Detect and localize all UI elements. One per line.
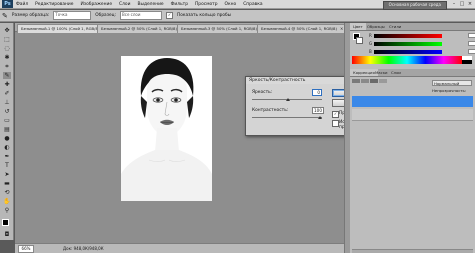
contrast-slider[interactable]: [252, 117, 322, 118]
tab-swatches[interactable]: Образцы: [364, 23, 388, 30]
quick-mask-icon[interactable]: ◘: [3, 231, 11, 238]
brightness-input[interactable]: 0: [312, 89, 322, 96]
red-channel-label: R: [369, 33, 372, 38]
photoshop-logo: Ps: [2, 0, 13, 8]
menu-window[interactable]: Окно: [225, 2, 237, 7]
close-icon[interactable]: ×: [467, 1, 473, 7]
layers-panel-footer: [352, 249, 473, 253]
zoom-tool-icon[interactable]: ⚲: [3, 207, 11, 214]
doc-tab-label: Безымянный-4 @ 50% (Слой 1, RGB/8): [261, 26, 337, 31]
layer-row-selected[interactable]: [352, 96, 473, 107]
doc-tab-3[interactable]: Безымянный-3 @ 50% (Слой 1, RGB/8)×: [177, 24, 268, 33]
show-ring-label: Показать кольцо пробы: [177, 13, 232, 18]
doc-tab-4[interactable]: Безымянный-4 @ 50% (Слой 1, RGB/8) ×: [257, 24, 348, 33]
red-channel-input[interactable]: [468, 33, 475, 38]
window-controls: – □ ×: [451, 1, 473, 7]
sample-label: Образец:: [95, 13, 116, 18]
background-color-swatch[interactable]: [356, 37, 363, 44]
contrast-slider-thumb[interactable]: [318, 116, 322, 119]
brightness-label: Яркость:: [252, 90, 273, 95]
brightness-slider-thumb[interactable]: [286, 98, 290, 101]
preview-checkbox[interactable]: ✓: [332, 111, 339, 118]
doc-tab-label: Безымянный-2 @ 50% (Слой 1, RGB/8): [101, 26, 177, 31]
menu-edit[interactable]: Редактирование: [35, 2, 73, 7]
gradient-tool-icon[interactable]: ▤: [3, 126, 11, 133]
sample-size-select[interactable]: Точка: [53, 11, 92, 20]
doc-tab-label: Безымянный-1 @ 100% (Слой 1, RGB/8): [21, 26, 100, 31]
type-tool-icon[interactable]: T: [3, 162, 11, 169]
tab-styles[interactable]: Стили: [386, 23, 404, 30]
status-bar: 66% Док: 948,0К/948,0К: [15, 243, 344, 253]
history-brush-tool-icon[interactable]: ↺: [3, 108, 11, 115]
minimize-icon[interactable]: –: [451, 1, 457, 7]
maximize-icon[interactable]: □: [459, 1, 465, 7]
move-tool-icon[interactable]: ✥: [3, 27, 11, 34]
sample-select[interactable]: Все слои: [120, 11, 162, 20]
menu-bar: Ps Файл Редактирование Изображение Слои …: [0, 0, 475, 10]
color-spectrum-bar[interactable]: [352, 56, 462, 64]
clone-stamp-tool-icon[interactable]: ⊥: [3, 99, 11, 106]
curves-adjust-icon[interactable]: [370, 79, 378, 83]
pen-tool-icon[interactable]: ✒: [3, 153, 11, 160]
eyedropper-icon[interactable]: ✎: [2, 12, 8, 20]
brightness-adjust-icon[interactable]: [352, 79, 360, 83]
brush-tool-icon[interactable]: ✐: [3, 90, 11, 97]
3d-rotate-tool-icon[interactable]: ⟲: [3, 189, 11, 196]
contrast-label: Контрастность:: [252, 108, 289, 113]
layers-panel-tabs: Коррекция Маски Слои: [350, 69, 475, 77]
menu-layers[interactable]: Слои: [119, 2, 130, 7]
contrast-input[interactable]: 100: [312, 107, 324, 114]
zoom-level-field[interactable]: 66%: [18, 245, 34, 253]
lasso-tool-icon[interactable]: ◌: [3, 45, 11, 52]
menu-filter[interactable]: Фильтр: [171, 2, 188, 7]
crop-tool-icon[interactable]: ⌗: [3, 63, 11, 70]
hand-tool-icon[interactable]: ✋: [3, 198, 11, 205]
path-select-tool-icon[interactable]: ➤: [3, 171, 11, 178]
green-channel-input[interactable]: [468, 41, 475, 46]
eyedropper-tool-icon[interactable]: ✎: [3, 72, 11, 79]
blend-mode-select[interactable]: Нормальный: [432, 80, 472, 86]
options-bar: ✎ Размер образца: Точка Образец: Все сло…: [0, 10, 475, 22]
workspace-switcher[interactable]: Основная рабочая среда: [382, 1, 447, 10]
marquee-tool-icon[interactable]: ⬚: [3, 36, 11, 43]
black-white-ramp[interactable]: [462, 56, 472, 64]
menu-help[interactable]: Справка: [243, 2, 262, 7]
blue-channel-input[interactable]: [468, 49, 475, 54]
show-ring-checkbox[interactable]: ✓: [166, 12, 173, 19]
layer-row[interactable]: [352, 109, 473, 121]
menu-file[interactable]: Файл: [16, 2, 28, 7]
green-channel-label: G: [369, 41, 373, 46]
green-channel-slider[interactable]: G: [369, 41, 475, 46]
eraser-tool-icon[interactable]: ▭: [3, 117, 11, 124]
blue-channel-slider[interactable]: B: [369, 49, 475, 54]
doc-tab-label: Безымянный-3 @ 50% (Слой 1, RGB/8): [181, 26, 257, 31]
doc-tab-1[interactable]: Безымянный-1 @ 100% (Слой 1, RGB/8)×: [17, 24, 110, 33]
close-icon[interactable]: ×: [340, 26, 343, 31]
exposure-adjust-icon[interactable]: [379, 79, 387, 83]
quick-select-tool-icon[interactable]: ✱: [3, 54, 11, 61]
healing-brush-tool-icon[interactable]: ✚: [3, 81, 11, 88]
red-channel-slider[interactable]: R: [369, 33, 475, 38]
document-canvas[interactable]: [121, 56, 212, 201]
menu-select[interactable]: Выделение: [137, 2, 163, 7]
dodge-tool-icon[interactable]: ◐: [3, 144, 11, 151]
use-legacy-checkbox[interactable]: [332, 120, 339, 127]
shape-tool-icon[interactable]: ▬: [3, 180, 11, 187]
tools-panel: ✥ ⬚ ◌ ✱ ⌗ ✎ ✚ ✐ ⊥ ↺ ▭ ▤ ● ◐ ✒ T ➤ ▬ ⟲ ✋ …: [0, 23, 14, 240]
opacity-label: Непрозрачность:: [432, 88, 467, 93]
document-tabs: Безымянный-1 @ 100% (Слой 1, RGB/8)× Без…: [15, 23, 348, 33]
doc-tab-2[interactable]: Безымянный-2 @ 50% (Слой 1, RGB/8)×: [97, 24, 188, 33]
document-size-info: Док: 948,0К/948,0К: [63, 246, 104, 251]
foreground-color-swatch[interactable]: [2, 219, 9, 226]
color-panel-tabs: Цвет Образцы Стили: [350, 23, 475, 31]
blur-tool-icon[interactable]: ●: [3, 135, 11, 142]
tab-layers[interactable]: Слои: [388, 69, 404, 76]
blue-channel-label: B: [369, 49, 372, 54]
sample-size-label: Размер образца:: [11, 13, 50, 18]
menu-image[interactable]: Изображение: [80, 2, 112, 7]
portrait-photo: [121, 56, 212, 201]
right-panels: Цвет Образцы Стили R G B Коррекция Маски…: [350, 23, 475, 253]
menu-view[interactable]: Просмотр: [195, 2, 218, 7]
levels-adjust-icon[interactable]: [361, 79, 369, 83]
